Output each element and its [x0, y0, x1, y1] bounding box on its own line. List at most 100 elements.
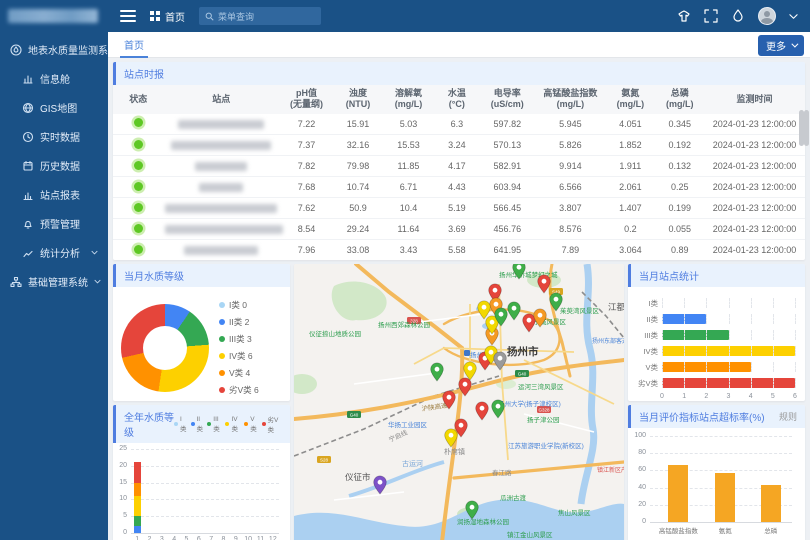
page-scrollbar[interactable] [804, 110, 809, 146]
sidebar-nav: 地表水质量监测系统 信息舱 GIS地图 实时数据 历史数据 站点报表 [0, 35, 108, 296]
table-row: 8.5429.2411.643.69456.768.5760.20.055202… [113, 219, 805, 240]
sidebar-item-gis-map[interactable]: GIS地图 [0, 93, 108, 122]
legend-item[interactable]: III类 [207, 416, 221, 433]
grid-icon [150, 11, 160, 21]
fullscreen-icon[interactable] [704, 9, 718, 23]
stacked-bar-segment [134, 483, 141, 496]
search-placeholder: 菜单查询 [218, 10, 254, 23]
status-dot [134, 182, 143, 191]
clock-icon [22, 131, 34, 143]
org-tree-icon [10, 276, 22, 288]
table-cell: 6.566 [536, 177, 605, 198]
station-name-redacted [165, 204, 277, 213]
stacked-bar-segment [134, 462, 141, 482]
legend-item[interactable]: V类 [244, 416, 257, 433]
legend-item[interactable]: IV类 6 [219, 350, 259, 362]
dashboard-content: 站点时报 状态站点pH值(无量纲)浊度(NTU)溶解氧(mg/L)水温(°C)电… [108, 58, 810, 540]
station-table: 状态站点pH值(无量纲)浊度(NTU)溶解氧(mg/L)水温(°C)电导率(uS… [113, 85, 805, 260]
table-cell: 3.064 [605, 240, 655, 261]
legend-item[interactable]: I类 [174, 416, 187, 433]
donut-legend: I类 0 II类 2 III类 3 IV类 6 V类 4 劣V类 6 [219, 299, 259, 396]
legend-item[interactable]: II类 [191, 416, 204, 433]
more-button[interactable]: 更多 [758, 35, 804, 56]
status-dot [134, 118, 143, 127]
table-cell: 10.74 [334, 177, 382, 198]
table-cell: 2024-01-23 12:00:00 [704, 177, 805, 198]
sidebar-section-label: 基础管理系统 [28, 274, 88, 289]
user-menu-chevron-icon[interactable] [789, 13, 798, 20]
table-cell: 0.192 [656, 135, 704, 156]
column-header: 浊度(NTU) [334, 85, 382, 114]
map-label: 仪征捺山地质公园 [309, 329, 361, 338]
city-map[interactable]: G40G40328S49S28G328 扬州市江都区仪征市朴席镇古运河春江路沪陕… [294, 264, 624, 540]
road-shield: G40 [347, 411, 361, 418]
legend-item[interactable]: I类 0 [219, 299, 259, 311]
table-cell: 641.95 [479, 240, 536, 261]
menu-toggle-icon[interactable] [120, 10, 136, 22]
station-name-redacted [195, 162, 247, 171]
chevron-down-icon [91, 247, 98, 258]
sidebar-item-station-report[interactable]: 站点报表 [0, 180, 108, 209]
column-header: 氨氮(mg/L) [605, 85, 655, 114]
table-cell: 5.03 [382, 114, 435, 135]
legend-item[interactable]: II类 2 [219, 316, 259, 328]
user-avatar[interactable] [758, 7, 776, 25]
road-shield: G40 [515, 370, 529, 377]
rules-link[interactable]: 规则 [779, 410, 797, 423]
legend-item[interactable]: V类 4 [219, 367, 259, 379]
vbar-bar [715, 473, 735, 522]
sidebar-item-label: 信息舱 [40, 71, 70, 86]
table-cell: 0.345 [656, 114, 704, 135]
tab-home[interactable]: 首页 [120, 32, 148, 58]
svg-text:G328: G328 [538, 408, 550, 413]
panel-title: 当月水质等级 [113, 264, 290, 287]
table-cell: 1.407 [605, 198, 655, 219]
donut-ring [121, 304, 209, 392]
table-cell: 570.13 [479, 135, 536, 156]
legend-item[interactable]: 劣V类 [262, 414, 280, 434]
map-label: 运河三湾风景区 [518, 382, 564, 391]
bottom-grid: 当月水质等级 I类 0II类 2III类 3IV类 6V类 4劣V类 6 全年水… [113, 264, 805, 540]
table-cell: 3.69 [435, 219, 479, 240]
map-label: 仪征市 [345, 472, 371, 482]
sidebar-section-water-system[interactable]: 地表水质量监测系统 [0, 35, 108, 64]
sidebar-item-realtime-data[interactable]: 实时数据 [0, 122, 108, 151]
sidebar-item-statistics[interactable]: 统计分析 [0, 238, 108, 267]
theme-skin-icon[interactable] [677, 9, 691, 23]
svg-text:G40: G40 [350, 413, 359, 418]
column-header: 站点 [163, 85, 279, 114]
more-button-label: 更多 [766, 38, 786, 53]
sidebar-section-base-system[interactable]: 基础管理系统 [0, 267, 108, 296]
legend-item[interactable]: III类 3 [219, 333, 259, 345]
map-label: 扬州大学(扬子津校区) [498, 399, 561, 408]
panel-title: 当月站点统计 [628, 264, 805, 287]
legend-item[interactable]: 劣V类 6 [219, 384, 259, 396]
tabbar: 首页 更多 [108, 32, 810, 58]
table-cell: 33.08 [334, 240, 382, 261]
menu-search-input[interactable]: 菜单查询 [199, 7, 321, 25]
bell-icon [22, 218, 34, 230]
notification-flame-icon[interactable] [731, 9, 745, 23]
sidebar-item-history-data[interactable]: 历史数据 [0, 151, 108, 180]
vertical-bar-chart: 020406080100高锰酸盐指数氨氮总磷 [650, 436, 792, 522]
table-row: 7.6810.746.714.43603.946.5662.0610.25202… [113, 177, 805, 198]
map-label: 扬子津公园 [527, 415, 560, 424]
legend-item[interactable]: IV类 [225, 416, 240, 433]
table-cell: 4.17 [435, 156, 479, 177]
map-panel[interactable]: G40G40328S49S28G328 扬州市江都区仪征市朴席镇古运河春江路沪陕… [294, 264, 624, 540]
stacked-bar-segment [134, 526, 141, 533]
map-label: 扬州市 [507, 345, 539, 358]
map-label: 镇江金山风景区 [507, 530, 553, 539]
table-cell: 456.76 [479, 219, 536, 240]
sidebar-item-warning-mgmt[interactable]: 预警管理 [0, 209, 108, 238]
sidebar-item-info[interactable]: 信息舱 [0, 64, 108, 93]
station-name-redacted [199, 183, 243, 192]
table-cell: 3.807 [536, 198, 605, 219]
map-label: 扬州东部客运枢纽交通中心 [592, 337, 624, 345]
table-cell: 566.45 [479, 198, 536, 219]
breadcrumb-home: 首页 [165, 9, 185, 24]
breadcrumb[interactable]: 首页 [150, 9, 185, 24]
map-label: 华扬工业园区 [388, 420, 428, 429]
table-cell: 11.85 [382, 156, 435, 177]
panel-title: 当月评价指标站点超标率(%) 规则 [628, 405, 805, 428]
